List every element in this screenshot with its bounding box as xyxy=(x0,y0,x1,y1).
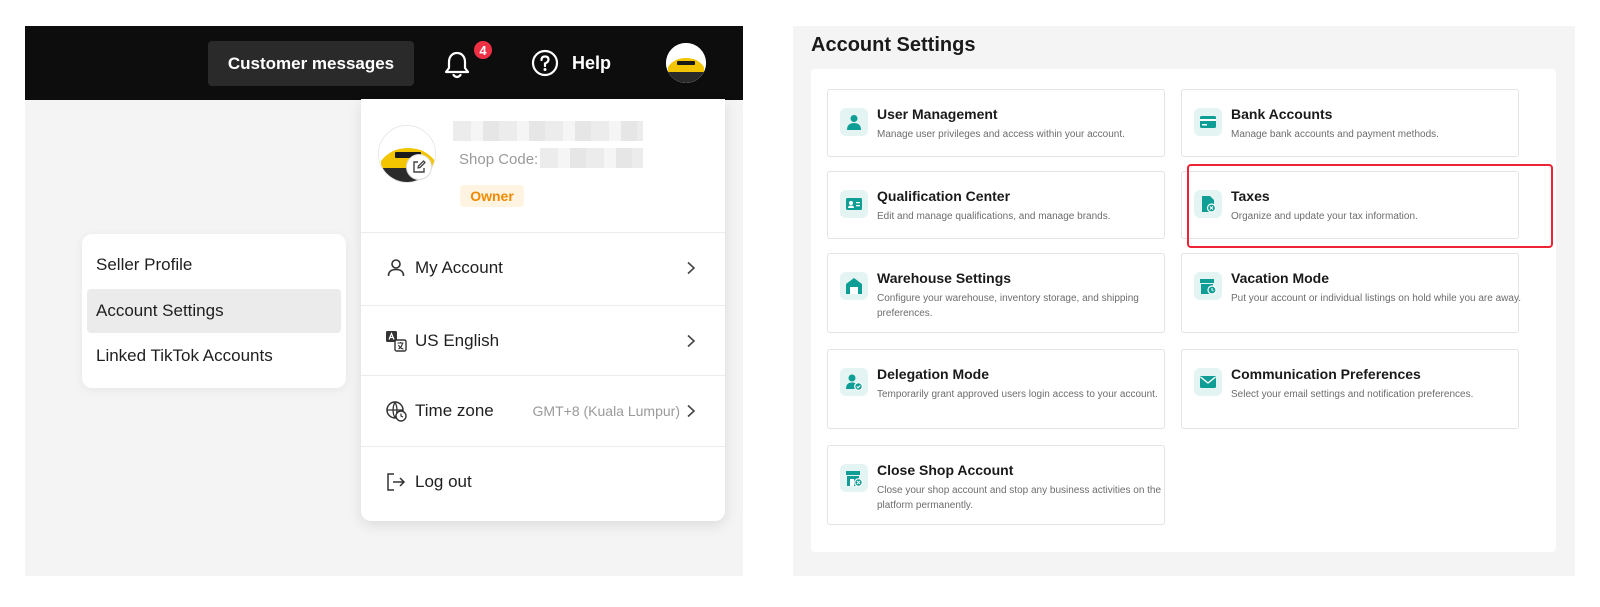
logout-icon xyxy=(387,473,406,491)
notification-count-badge: 4 xyxy=(472,39,494,61)
redacted-shop-name xyxy=(453,121,643,141)
logout-label: Log out xyxy=(415,472,472,491)
person-icon xyxy=(387,259,405,277)
tile-description: Close your shop account and stop any bus… xyxy=(877,485,1162,511)
settings-card: User Management Manage user privileges a… xyxy=(811,69,1556,552)
tile-communication-preferences[interactable]: Communication Preferences Select your em… xyxy=(1181,349,1519,429)
tile-bank-accounts[interactable]: Bank Accounts Manage bank accounts and p… xyxy=(1181,89,1519,157)
warehouse-icon xyxy=(840,272,868,300)
language-label: US English xyxy=(415,331,500,350)
menu-item-account-settings[interactable]: Account Settings xyxy=(87,289,341,333)
user-check-icon xyxy=(840,368,868,396)
seller-submenu: Seller Profile Account Settings Linked T… xyxy=(82,234,346,388)
tile-title: Delegation Mode xyxy=(877,366,990,382)
chevron-right-icon xyxy=(687,261,696,275)
account-dropdown: Shop Code: Owner My Account US English T… xyxy=(361,99,725,521)
translate-icon xyxy=(386,331,407,352)
top-navbar: Customer messages 4 Help xyxy=(25,26,743,100)
tile-description: Temporarily grant approved users login a… xyxy=(877,389,1158,400)
language-row[interactable]: US English xyxy=(361,306,725,376)
seller-center-panel: Customer messages 4 Help Seller Profile … xyxy=(25,26,743,576)
my-account-row[interactable]: My Account xyxy=(361,233,725,303)
my-account-label: My Account xyxy=(415,258,503,277)
role-badge: Owner xyxy=(460,185,524,207)
menu-item-seller-profile[interactable]: Seller Profile xyxy=(87,243,341,287)
tile-user-management[interactable]: User Management Manage user privileges a… xyxy=(827,89,1165,157)
tile-description: Select your email settings and notificat… xyxy=(1231,389,1474,400)
card-icon xyxy=(1194,108,1222,136)
tile-description: Edit and manage qualifications, and mana… xyxy=(877,211,1111,222)
customer-messages-button[interactable]: Customer messages xyxy=(208,41,414,86)
bell-icon[interactable] xyxy=(443,50,471,80)
tile-title: Vacation Mode xyxy=(1231,270,1330,286)
account-settings-page: Account Settings User Management Manage … xyxy=(793,26,1575,576)
tile-description: Configure your warehouse, inventory stor… xyxy=(877,293,1139,319)
timezone-label: Time zone xyxy=(415,401,494,420)
user-icon xyxy=(840,108,868,136)
tile-title: Bank Accounts xyxy=(1231,106,1333,122)
logout-row[interactable]: Log out xyxy=(361,447,725,517)
tile-title: User Management xyxy=(877,106,998,122)
tile-title: Warehouse Settings xyxy=(877,270,1012,286)
avatar[interactable] xyxy=(666,43,706,83)
tile-close-shop-account[interactable]: Close Shop Account Close your shop accou… xyxy=(827,445,1165,525)
timezone-value: GMT+8 (Kuala Lumpur) xyxy=(532,403,680,419)
tile-description: Manage bank accounts and payment methods… xyxy=(1231,129,1439,140)
edit-icon xyxy=(413,160,426,173)
tile-title: Qualification Center xyxy=(877,188,1011,204)
tile-description: Manage user privileges and access within… xyxy=(877,129,1125,140)
tile-title: Communication Preferences xyxy=(1231,366,1421,382)
chevron-right-icon xyxy=(687,334,696,348)
redacted-shop-code xyxy=(540,148,643,168)
globe-clock-icon xyxy=(386,401,407,422)
timezone-row[interactable]: Time zone GMT+8 (Kuala Lumpur) xyxy=(361,376,725,446)
tile-vacation-mode[interactable]: Vacation Mode Put your account or indivi… xyxy=(1181,253,1521,333)
car-avatar-image xyxy=(666,43,706,83)
page-title: Account Settings xyxy=(811,34,976,56)
tile-description: Put your account or individual listings … xyxy=(1231,293,1521,304)
id-card-icon xyxy=(840,190,868,218)
store-clock-icon xyxy=(1194,272,1222,300)
menu-item-linked-tiktok-accounts[interactable]: Linked TikTok Accounts xyxy=(87,334,341,378)
shop-code-label: Shop Code: xyxy=(459,151,539,168)
edit-avatar-button[interactable] xyxy=(406,154,432,180)
tile-qualification-center[interactable]: Qualification Center Edit and manage qua… xyxy=(827,171,1165,239)
tile-delegation-mode[interactable]: Delegation Mode Temporarily grant approv… xyxy=(827,349,1165,429)
help-icon[interactable] xyxy=(531,49,559,77)
chevron-right-icon xyxy=(687,404,696,418)
help-label[interactable]: Help xyxy=(572,53,611,74)
store-close-icon xyxy=(840,464,868,492)
tile-title: Close Shop Account xyxy=(877,462,1014,478)
mail-icon xyxy=(1194,368,1222,396)
taxes-highlight-box xyxy=(1187,164,1553,248)
tile-warehouse-settings[interactable]: Warehouse Settings Configure your wareho… xyxy=(827,253,1165,333)
